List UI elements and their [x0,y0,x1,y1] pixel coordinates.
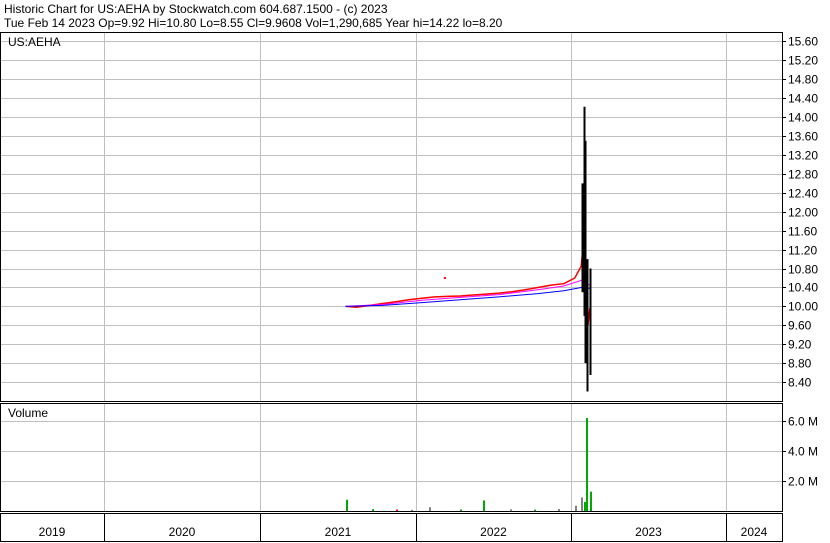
price-tick-label: 9.60 [788,319,812,333]
price-tick-label: 10.80 [788,263,818,277]
volume-bar [411,509,413,511]
volume-tick-label: 6.0 M [788,415,818,429]
year-label: 2020 [169,525,196,539]
volume-bar [581,497,583,511]
volume-bar [510,509,512,511]
price-tick-label: 10.40 [788,281,818,295]
price-tick-label: 8.80 [788,357,812,371]
price-tick-label: 12.80 [788,168,818,182]
volume-bar [372,509,374,511]
volume-bar [429,507,431,511]
volume-panel-title: Volume [8,406,48,420]
price-series-close [345,230,591,326]
price-panel-title: US:AEHA [8,35,61,49]
volume-panel-frame [0,403,783,512]
volume-bar [586,418,588,511]
stock-chart: US:AEHA Volume 8.40 8.80 9.20 9.60 10.00 10.4… [0,32,818,542]
price-tick-label: 11.60 [788,225,817,239]
volume-bar [575,505,577,511]
year-label: 2021 [325,525,352,539]
price-tick-label: 9.20 [788,338,812,352]
volume-tick-label: 4.0 M [788,445,818,459]
year-label: 2024 [741,525,768,539]
volume-bar [534,509,536,511]
price-tick-label: 14.80 [788,73,818,87]
year-label: 2022 [480,525,507,539]
volume-tick-label: 2.0 M [788,475,818,489]
price-tick-label: 13.60 [788,130,818,144]
label-layer: US:AEHA Volume 8.40 8.80 9.20 9.60 10.00 10.4… [8,35,818,540]
price-tick-label: 15.20 [788,54,818,68]
year-label: 2023 [635,525,662,539]
volume-bar [396,509,398,511]
price-tick-label: 14.00 [788,111,818,125]
year-label: 2019 [39,525,66,539]
grid-layer [0,32,782,511]
year-axis-frame [0,513,783,542]
volume-bar [460,509,462,511]
price-tick-label: 12.00 [788,206,818,220]
price-tick-label: 8.40 [788,376,812,390]
price-outlier-point [443,277,446,279]
price-tick-label: 15.60 [788,35,818,49]
volume-bar [346,499,348,511]
price-tick-label: 11.20 [788,244,817,258]
volume-bar [590,491,592,511]
volume-bar [558,509,560,511]
price-tick-label: 13.20 [788,149,818,163]
data-layer [345,106,592,511]
price-tick-label: 10.00 [788,300,818,314]
price-tick-label: 12.40 [788,187,818,201]
price-tick-label: 14.40 [788,92,818,106]
volume-bar [483,500,485,511]
price-panel-frame [0,32,783,402]
volume-bar [584,502,586,511]
